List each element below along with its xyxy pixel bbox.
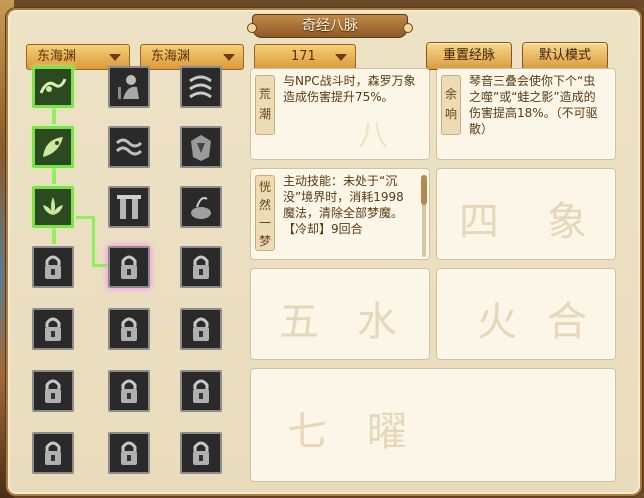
skill-link xyxy=(92,216,95,266)
background-glyph: 象 xyxy=(547,199,587,245)
skill-slot-2-2[interactable] xyxy=(108,126,150,168)
skill-slot-7-2[interactable] xyxy=(108,432,150,474)
default-mode-button[interactable]: 默认模式 xyxy=(522,42,608,70)
wave-swirl-icon xyxy=(39,78,67,94)
skill-slot-2-1[interactable] xyxy=(32,126,74,168)
skill-slot-3-1[interactable] xyxy=(32,186,74,228)
lock-icon xyxy=(193,379,209,403)
meridian-panel: 奇经八脉 东海渊 东海渊 171 重置经脉 默认模式 荒潮 与NPC战斗时，森罗… xyxy=(6,8,642,496)
level-dropdown-value: 171 xyxy=(291,49,316,64)
meridian-card-1[interactable]: 荒潮 与NPC战斗时，森罗万象造成伤害提升75%。 xyxy=(250,68,430,160)
background-glyph: 合 xyxy=(547,299,587,345)
card-scrollbar[interactable] xyxy=(421,175,427,257)
skill-slot-5-3[interactable] xyxy=(180,308,222,350)
skill-slot-7-1[interactable] xyxy=(32,432,74,474)
card-title: 余响 xyxy=(441,75,461,135)
meridian-card-3[interactable]: 恍然一梦 主动技能：未处于“沉没”境界时，消耗1998魔法，清除全部梦魔。【冷却… xyxy=(250,168,430,260)
background-glyph: 五 xyxy=(279,299,319,345)
level-dropdown[interactable]: 171 xyxy=(254,44,356,70)
meridian-card-empty-5[interactable]: 五 水 xyxy=(250,268,430,360)
skill-slot-5-2[interactable] xyxy=(108,308,150,350)
skill-slot-5-1[interactable] xyxy=(32,308,74,350)
school-dropdown-1-value: 东海渊 xyxy=(37,49,77,64)
lock-icon xyxy=(121,255,137,279)
skill-slot-1-1[interactable] xyxy=(32,66,74,108)
skill-link xyxy=(52,228,56,244)
background-glyph: 水 xyxy=(357,299,397,345)
background-glyph: 四 xyxy=(459,199,499,245)
skill-slot-6-3[interactable] xyxy=(180,370,222,412)
lock-icon xyxy=(45,379,61,403)
chevron-down-icon xyxy=(109,54,121,61)
lock-icon xyxy=(121,317,137,341)
lock-icon xyxy=(45,317,61,341)
skill-slot-3-2[interactable] xyxy=(108,186,150,228)
card-description: 琴音三叠会使你下个“虫之噬”或“蛙之影”造成的伤害提高18%。（不可驱散） xyxy=(469,74,598,136)
lotus-icon xyxy=(43,197,63,215)
skill-slot-1-3[interactable] xyxy=(180,66,222,108)
skill-slot-1-2[interactable] xyxy=(108,66,150,108)
scrollbar-thumb[interactable] xyxy=(421,175,427,205)
skill-slot-6-1[interactable] xyxy=(32,370,74,412)
leaf-creature-icon xyxy=(43,137,63,157)
skill-slot-6-2[interactable] xyxy=(108,370,150,412)
skill-tree xyxy=(30,64,242,492)
meridian-card-empty-7[interactable]: 七 曜 xyxy=(250,368,616,482)
lock-icon xyxy=(45,441,61,465)
skill-slot-7-3[interactable] xyxy=(180,432,222,474)
lock-icon xyxy=(121,441,137,465)
meridian-card-empty-6[interactable]: 火 合 xyxy=(436,268,616,360)
lock-icon xyxy=(193,441,209,465)
lock-icon xyxy=(45,255,61,279)
figure-silhouette-icon xyxy=(118,75,139,99)
skill-slot-4-2[interactable] xyxy=(108,246,150,288)
window-title: 奇经八脉 xyxy=(247,14,413,38)
card-description: 主动技能：未处于“沉没”境界时，消耗1998魔法，清除全部梦魔。【冷却】9回合 xyxy=(283,174,404,236)
mist-wave-icon xyxy=(115,138,143,156)
skill-slot-4-3[interactable] xyxy=(180,246,222,288)
meridian-card-2[interactable]: 余响 琴音三叠会使你下个“虫之噬”或“蛙之影”造成的伤害提高18%。（不可驱散） xyxy=(436,68,616,160)
twin-pillar-icon xyxy=(117,195,141,219)
skill-slot-3-3[interactable] xyxy=(180,186,222,228)
background-glyph: 火 xyxy=(477,299,517,345)
chevron-down-icon xyxy=(335,54,347,61)
school-dropdown-2-value: 东海渊 xyxy=(151,49,191,64)
reset-meridian-button[interactable]: 重置经脉 xyxy=(426,42,512,70)
armor-mask-icon xyxy=(191,135,211,161)
incense-pot-icon xyxy=(191,197,211,219)
card-title: 荒潮 xyxy=(255,75,275,135)
wind-curl-icon xyxy=(189,75,212,99)
skill-slot-2-3[interactable] xyxy=(180,126,222,168)
skill-link xyxy=(76,216,92,219)
background-glyph: 曜 xyxy=(367,409,407,455)
chevron-down-icon xyxy=(223,54,235,61)
meridian-card-empty-4[interactable]: 四 象 xyxy=(436,168,616,260)
card-title: 恍然一梦 xyxy=(255,175,275,251)
lock-icon xyxy=(121,379,137,403)
skill-link xyxy=(52,108,56,124)
skill-link xyxy=(52,168,56,184)
background-glyph: 八 xyxy=(358,118,388,153)
card-description: 与NPC战斗时，森罗万象造成伤害提升75%。 xyxy=(283,74,416,104)
background-glyph: 七 xyxy=(287,409,327,455)
lock-icon xyxy=(193,255,209,279)
lock-icon xyxy=(193,317,209,341)
skill-slot-4-1[interactable] xyxy=(32,246,74,288)
